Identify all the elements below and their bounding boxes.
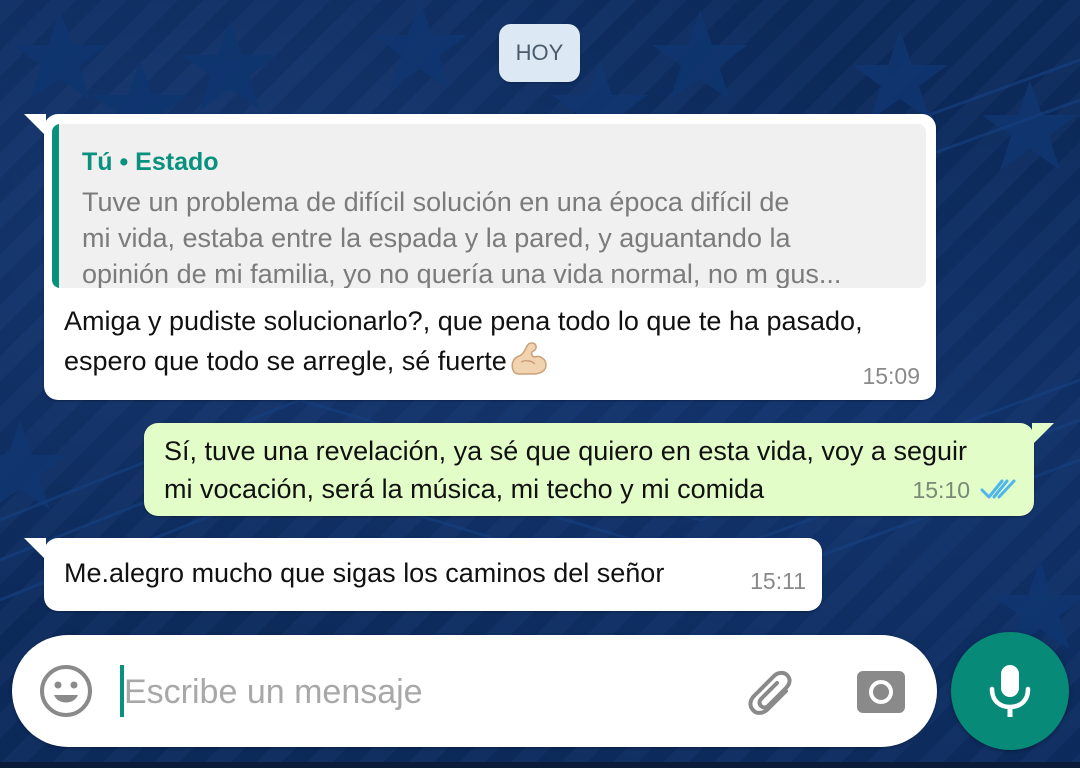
message-timestamp: 15:11 [750,568,806,594]
date-chip: HOY [499,24,580,82]
outgoing-message-bubble[interactable]: Sí, tuve una revelación, ya sé que quier… [144,423,1054,516]
paperclip-icon[interactable] [742,663,798,719]
message-input[interactable] [122,663,726,721]
double-check-icon [980,479,1016,499]
flexed-biceps-emoji [511,342,547,375]
message-timestamp: 15:09 [862,363,920,389]
message-text: Amiga y pudiste solucionarlo?, que pena … [64,302,924,380]
bubble-tail [24,538,46,560]
microphone-icon [989,665,1031,717]
incoming-message-bubble[interactable]: Me.alegro mucho que sigas los caminos de… [24,538,822,611]
quoted-reply[interactable]: Tú • Estado Tuve un problema de difícil … [52,124,926,288]
incoming-message-bubble[interactable]: Tú • Estado Tuve un problema de difícil … [24,114,936,400]
bubble-tail [24,114,46,136]
microphone-button[interactable] [951,632,1069,750]
message-composer [12,635,937,747]
smiley-icon[interactable] [38,663,94,719]
quote-accent-bar [52,124,59,288]
bottom-edge [0,762,1080,768]
quoted-author: Tú • Estado [82,148,219,176]
message-timestamp: 15:10 [912,477,970,503]
message-text: Sí, tuve una revelación, ya sé que quier… [164,436,967,504]
bubble-tail [1032,423,1054,445]
camera-icon[interactable] [855,665,907,717]
message-text-content: Amiga y pudiste solucionarlo?, que pena … [64,306,863,376]
quoted-text: Tuve un problema de difícil solución en … [82,187,842,288]
message-text: Me.alegro mucho que sigas los caminos de… [64,558,665,588]
